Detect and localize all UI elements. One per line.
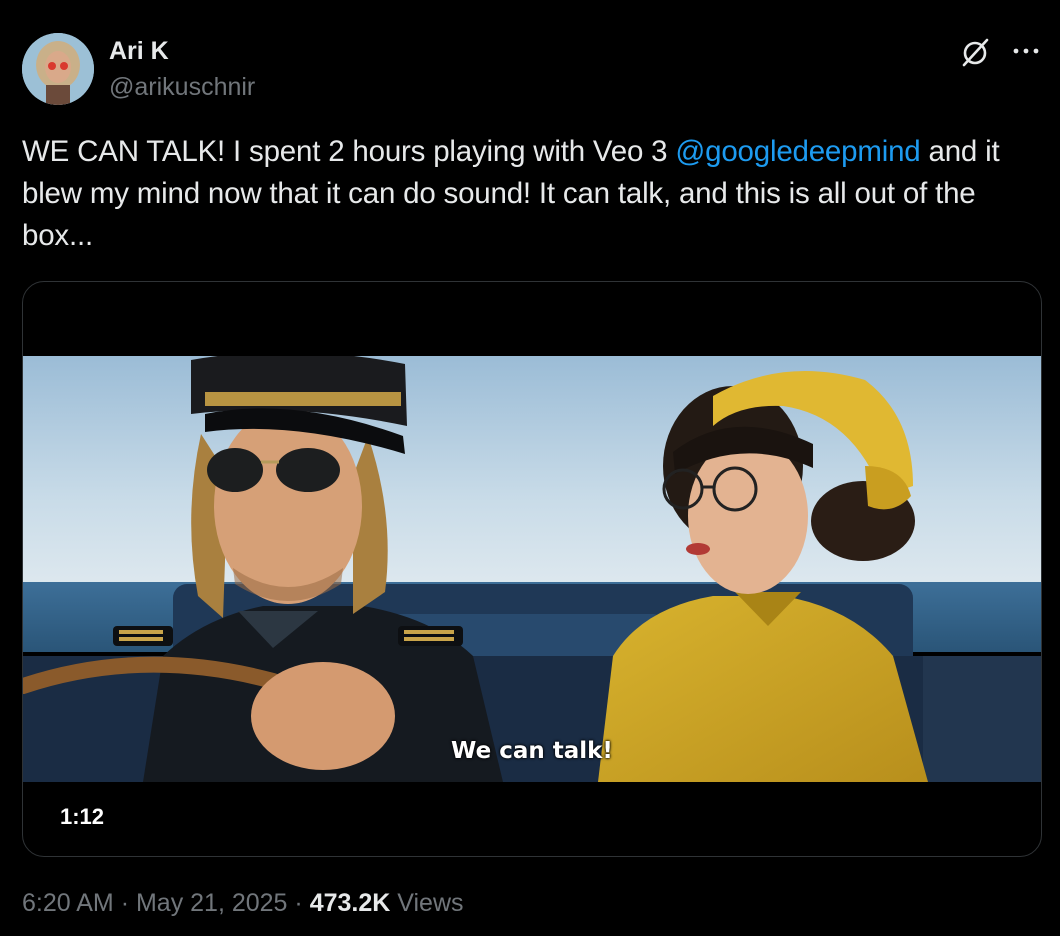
tweet-text: WE CAN TALK! I spent 2 hours playing wit… (22, 131, 1042, 257)
views-count: 473.2K (309, 889, 391, 917)
meta-separator: · (120, 889, 130, 917)
video-player[interactable]: We can talk! 1:12 (22, 281, 1042, 857)
meta-separator: · (294, 889, 303, 917)
video-subtitle: We can talk! (451, 738, 613, 764)
more-icon[interactable] (1011, 37, 1041, 65)
video-duration-badge: 1:12 (50, 800, 115, 834)
avatar[interactable] (22, 33, 94, 105)
tweet-time[interactable]: 6:20 AM (22, 889, 114, 917)
mention-link[interactable]: @googledeepmind (675, 135, 920, 168)
tweet-text-before: WE CAN TALK! I spent 2 hours playing wit… (22, 135, 676, 168)
author-handle[interactable]: @arikuschnir (109, 73, 255, 102)
video-frame[interactable] (23, 356, 1041, 782)
views-label: Views (397, 889, 464, 917)
author-name[interactable]: Ari K (109, 37, 169, 66)
avatar-image (22, 33, 94, 105)
tweet-date[interactable]: May 21, 2025 (136, 889, 288, 917)
tweet-meta: 6:20 AM · May 21, 2025 · 473.2K Views (22, 889, 464, 918)
grok-icon[interactable] (960, 36, 992, 68)
